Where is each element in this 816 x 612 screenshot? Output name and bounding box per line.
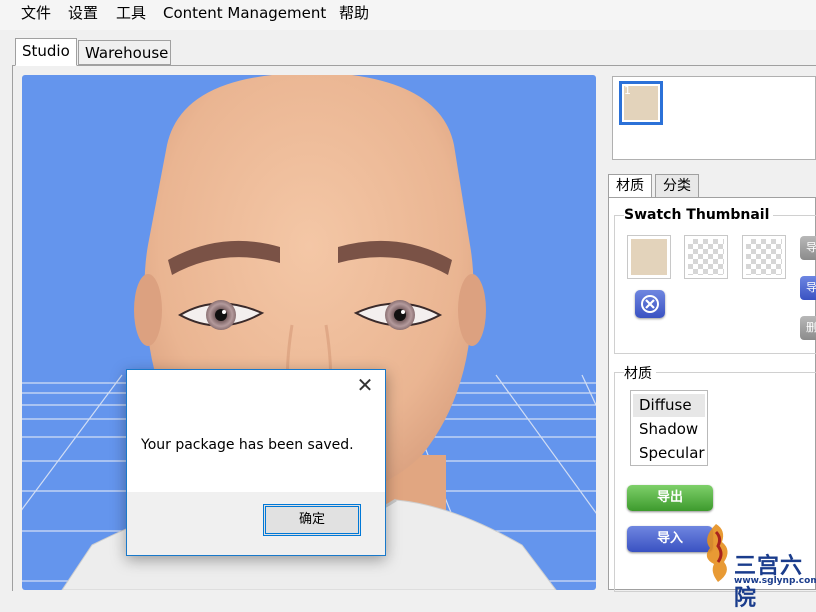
swatch-thumbnail-title: Swatch Thumbnail [624, 207, 774, 223]
tab-studio[interactable]: Studio [15, 38, 77, 66]
dialog-close-icon[interactable]: ✕ [353, 374, 377, 398]
swatch-fill [631, 239, 667, 275]
menu-help[interactable]: 帮助 [339, 4, 369, 22]
thumbnail-index: 1 [624, 84, 631, 97]
menu-file[interactable]: 文件 [21, 4, 51, 22]
remove-swatch-button[interactable] [635, 290, 665, 318]
checker-pattern [688, 239, 724, 275]
dialog-footer: 确定 [127, 492, 385, 555]
checker-pattern [746, 239, 782, 275]
menu-settings[interactable]: 设置 [68, 4, 98, 22]
material-listbox[interactable]: Diffuse Shadow Specular [630, 390, 708, 466]
export-button[interactable]: 导出 [627, 485, 713, 511]
swatch-thumbnail-selected[interactable]: 1 [619, 81, 663, 125]
watermark-logo: 三宫六院 www.sglynp.com [694, 520, 816, 611]
list-item-specular[interactable]: Specular [633, 442, 705, 465]
list-item-diffuse[interactable]: Diffuse [633, 394, 705, 417]
swatch-export-button[interactable]: 导 [800, 236, 816, 260]
swatch-slot-empty-2[interactable] [742, 235, 786, 279]
save-confirmation-dialog: ✕ Your package has been saved. 确定 [126, 369, 386, 556]
swatch-slot-color[interactable] [627, 235, 671, 279]
swatch-import-button[interactable]: 导 [800, 276, 816, 300]
dialog-ok-button[interactable]: 确定 [263, 504, 361, 536]
list-item-shadow[interactable]: Shadow [633, 418, 705, 441]
watermark-url: www.sglynp.com [734, 576, 816, 586]
swatch-slot-empty-1[interactable] [684, 235, 728, 279]
tab-warehouse[interactable]: Warehouse [78, 40, 171, 65]
swatch-delete-button[interactable]: 删 [800, 316, 816, 340]
close-circle-icon [641, 295, 659, 313]
material-title: 材质 [624, 363, 656, 383]
menu-content-management[interactable]: Content Management [163, 4, 326, 22]
thumbnail-strip: 1 [612, 76, 816, 160]
tab-material[interactable]: 材质 [608, 174, 652, 198]
phoenix-logo-icon [706, 524, 728, 582]
tab-category[interactable]: 分类 [655, 174, 699, 198]
dialog-titlebar: ✕ [127, 370, 385, 401]
dialog-message: Your package has been saved. [141, 437, 354, 453]
menu-bar: 文件 设置 工具 Content Management 帮助 [0, 0, 816, 30]
menu-tools[interactable]: 工具 [116, 4, 146, 22]
